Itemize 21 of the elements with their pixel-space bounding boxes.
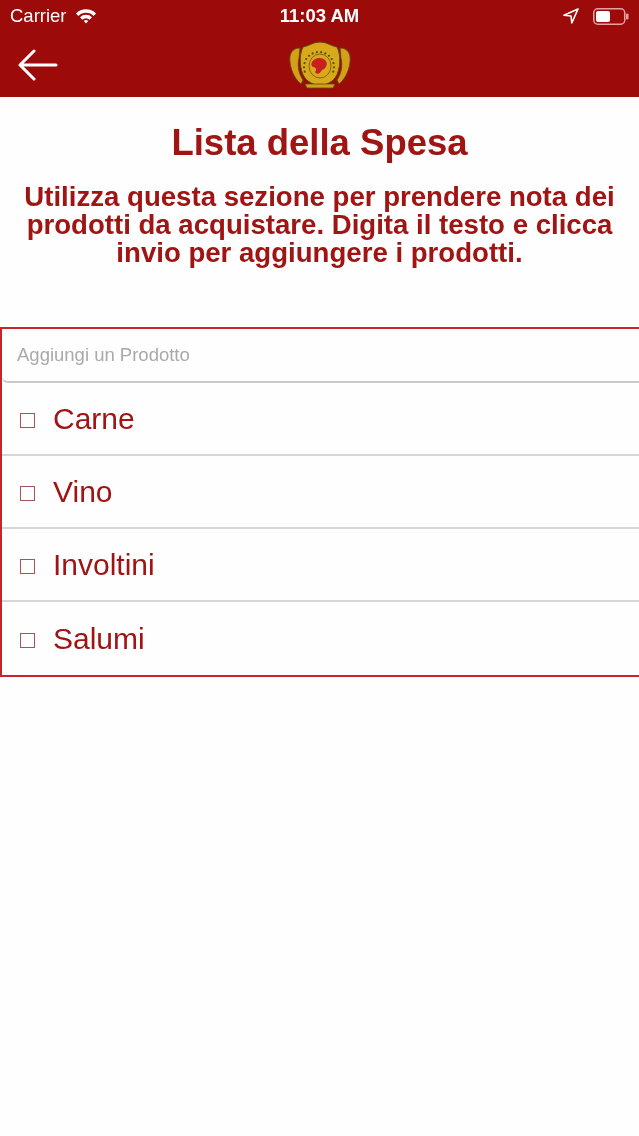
instructions-text: Utilizza questa sezione per prendere nota dei prodotti da acquistare. Digita il testo e clicca invio per aggiungere i prodotti. [23, 183, 616, 267]
battery-icon [593, 7, 629, 25]
checkbox-icon[interactable] [20, 558, 35, 574]
item-name: Salumi [53, 620, 145, 657]
back-arrow-icon [18, 48, 58, 81]
item-name: Involtini [53, 546, 155, 583]
checkbox-icon[interactable] [20, 412, 35, 428]
page-title: Lista della Spesa [171, 121, 468, 165]
list-item[interactable]: Salumi [2, 602, 639, 675]
wifi-icon [74, 8, 97, 24]
location-arrow-icon [563, 8, 579, 24]
checkbox-icon[interactable] [20, 632, 35, 648]
crest-logo [286, 39, 353, 90]
item-name: Vino [53, 473, 113, 510]
checkbox-icon[interactable] [20, 485, 35, 501]
list-item[interactable]: Involtini [2, 529, 639, 602]
item-name: Carne [53, 400, 135, 437]
status-time: 11:03 AM [279, 5, 360, 27]
list-item[interactable]: Vino [2, 456, 639, 529]
carrier-label: Carrier [10, 5, 67, 27]
list-item[interactable]: Carne [2, 383, 639, 456]
